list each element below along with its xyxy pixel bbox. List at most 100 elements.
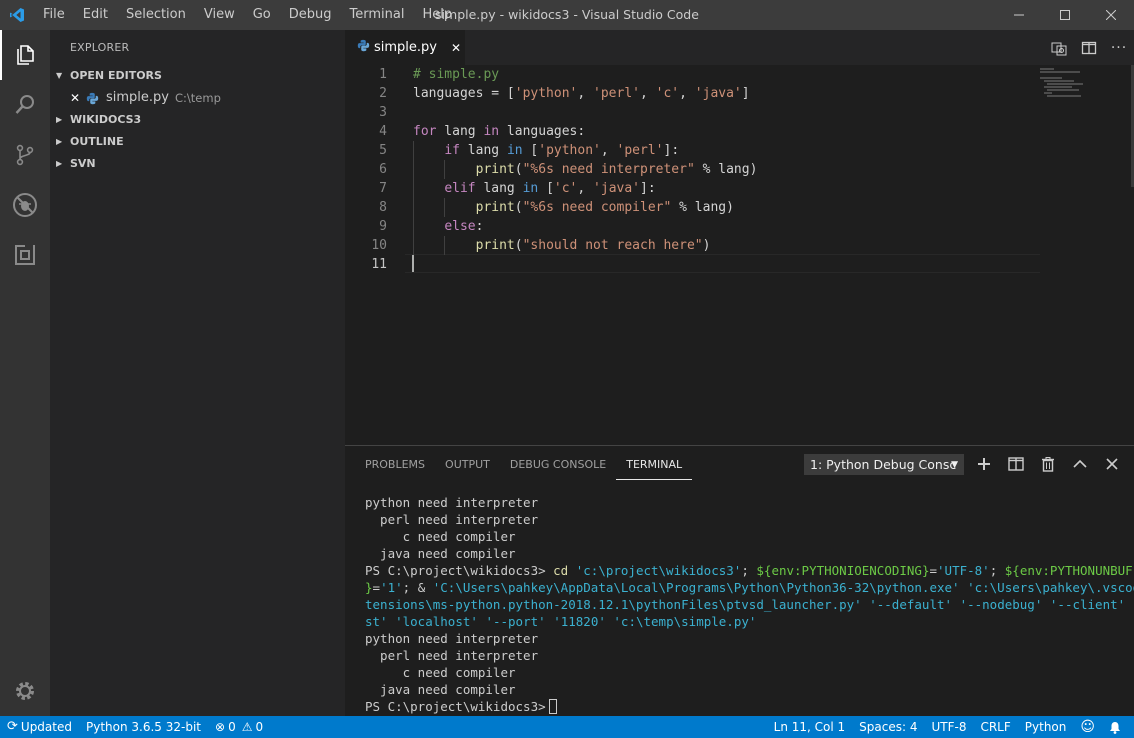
source-control-activity-button[interactable] [0, 130, 50, 180]
minimap-line [1044, 86, 1072, 88]
code-text: print("%6s need interpreter" % lang) [475, 162, 758, 177]
maximize-icon [1060, 10, 1070, 20]
terminal-line: python need interpreter [365, 631, 539, 646]
close-icon [1106, 458, 1118, 470]
terminal-selector[interactable]: 1: Python Debug Consc ▼ [804, 454, 964, 475]
terminal-line: }='1'; & 'C:\Users\pahkey\AppData\Local\… [365, 580, 1134, 595]
tab-output[interactable]: OUTPUT [435, 446, 500, 482]
extensions-activity-button[interactable] [0, 230, 50, 280]
menu-view[interactable]: View [195, 0, 244, 30]
minimize-button[interactable] [996, 0, 1042, 30]
status-bar: ⟳ Updated Python 3.6.5 32-bit ⊗ 0 ⚠ 0 Ln… [0, 716, 1134, 738]
tab-terminal[interactable]: TERMINAL [616, 446, 693, 480]
language-mode[interactable]: Python [1018, 716, 1074, 738]
terminal-line: c need compiler [365, 529, 516, 544]
more-actions-button[interactable]: ··· [1104, 30, 1134, 65]
menu-debug[interactable]: Debug [280, 0, 341, 30]
open-changes-button[interactable] [1044, 30, 1074, 65]
file-encoding[interactable]: UTF-8 [924, 716, 973, 738]
code-text: else: [444, 219, 484, 234]
code-text: # simple.py [413, 67, 500, 82]
code-text: print("should not reach here") [475, 238, 711, 253]
editor-tab-simple-py[interactable]: simple.py ✕ [345, 30, 465, 65]
sync-status-label: Updated [20, 720, 72, 734]
terminal-output[interactable]: python need interpreter perl need interp… [365, 494, 1134, 715]
line-number: 1 [379, 67, 387, 82]
terminal-line: PS C:\project\wikidocs3> cd 'c:\project\… [365, 563, 1134, 578]
split-terminal-icon [1008, 457, 1024, 471]
code-line: 2 languages = ['python', 'perl', 'c', 'ja… [345, 84, 1045, 103]
manage-activity-button[interactable] [0, 666, 50, 716]
chevron-down-icon: ▼ [951, 460, 958, 470]
search-icon [15, 95, 34, 114]
open-editors-section[interactable]: ▼ OPEN EDITORS [50, 65, 345, 87]
menu-file[interactable]: File [34, 0, 74, 30]
menu-selection[interactable]: Selection [117, 0, 195, 30]
new-terminal-button[interactable] [968, 446, 1000, 482]
sync-status[interactable]: ⟳ Updated [0, 716, 79, 738]
close-window-button[interactable] [1088, 0, 1134, 30]
error-count: 0 [228, 720, 236, 734]
folder-section-wikidocs3[interactable]: ▶ WIKIDOCS3 [50, 109, 345, 131]
menu-help[interactable]: Help [413, 0, 461, 30]
maximize-button[interactable] [1042, 0, 1088, 30]
close-tab-icon[interactable]: ✕ [451, 41, 461, 55]
split-editor-icon [1081, 41, 1097, 54]
outline-section[interactable]: ▶ OUTLINE [50, 131, 345, 153]
notifications-button[interactable] [1102, 716, 1128, 738]
terminal-line: perl need interpreter [365, 648, 539, 663]
panel-tabs: PROBLEMS OUTPUT DEBUG CONSOLE TERMINAL [355, 446, 693, 482]
line-number: 7 [379, 181, 387, 196]
minimap-line [1040, 77, 1062, 79]
code-text: elif lang in ['c', 'java']: [444, 181, 656, 196]
ellipsis-icon: ··· [1110, 39, 1128, 56]
line-number: 9 [379, 219, 387, 234]
line-number: 10 [371, 238, 387, 253]
warning-icon: ⚠ [241, 720, 253, 734]
chevron-right-icon: ▶ [56, 115, 63, 124]
indentation[interactable]: Spaces: 4 [852, 716, 924, 738]
open-editor-file-name: simple.py [106, 90, 169, 105]
open-editors-label: OPEN EDITORS [70, 69, 162, 82]
split-editor-button[interactable] [1074, 30, 1104, 65]
explorer-activity-button[interactable] [0, 30, 50, 80]
terminal-cursor [548, 699, 557, 714]
bottom-panel: PROBLEMS OUTPUT DEBUG CONSOLE TERMINAL 1… [345, 445, 1134, 716]
minimap[interactable] [1037, 65, 1097, 445]
feedback-button[interactable]: ☺ [1073, 716, 1102, 738]
python-interpreter-selector[interactable]: Python 3.6.5 32-bit [79, 716, 208, 738]
debug-activity-button[interactable] [0, 180, 50, 230]
code-text: languages = ['python', 'perl', 'c', 'jav… [413, 86, 750, 101]
minimap-line [1047, 89, 1079, 91]
end-of-line[interactable]: CRLF [973, 716, 1017, 738]
trash-icon [1042, 456, 1054, 472]
editor-tabs: simple.py ✕ ··· [345, 30, 1134, 65]
code-text: print("%6s need compiler" % lang) [475, 200, 734, 215]
code-editor[interactable]: 1 # simple.py 2 languages = ['python', 'per… [345, 65, 1134, 445]
close-panel-button[interactable] [1096, 446, 1128, 482]
menu-edit[interactable]: Edit [74, 0, 117, 30]
python-file-icon [357, 39, 370, 56]
menu-go[interactable]: Go [244, 0, 280, 30]
chevron-right-icon: ▶ [56, 137, 63, 146]
explorer-sidebar: EXPLORER ▼ OPEN EDITORS ✕ simple.py C:\t… [50, 30, 345, 716]
tab-debug-console[interactable]: DEBUG CONSOLE [500, 446, 616, 482]
maximize-panel-button[interactable] [1064, 446, 1096, 482]
minimap-line [1047, 95, 1081, 97]
problems-status[interactable]: ⊗ 0 ⚠ 0 [208, 716, 270, 738]
menu-terminal[interactable]: Terminal [341, 0, 414, 30]
terminal-line: perl need interpreter [365, 512, 539, 527]
close-icon[interactable]: ✕ [70, 87, 86, 109]
cursor-position[interactable]: Ln 11, Col 1 [767, 716, 853, 738]
code-line: 11 [345, 255, 1045, 274]
warning-count: 0 [255, 720, 264, 734]
svn-section[interactable]: ▶ SVN [50, 153, 345, 175]
split-terminal-button[interactable] [1000, 446, 1032, 482]
tab-problems[interactable]: PROBLEMS [355, 446, 435, 482]
kill-terminal-button[interactable] [1032, 446, 1064, 482]
open-editor-item[interactable]: ✕ simple.py C:\temp [50, 87, 345, 109]
source-control-icon [16, 144, 34, 166]
minimap-line [1040, 71, 1080, 73]
debug-icon [13, 193, 37, 217]
search-activity-button[interactable] [0, 80, 50, 130]
